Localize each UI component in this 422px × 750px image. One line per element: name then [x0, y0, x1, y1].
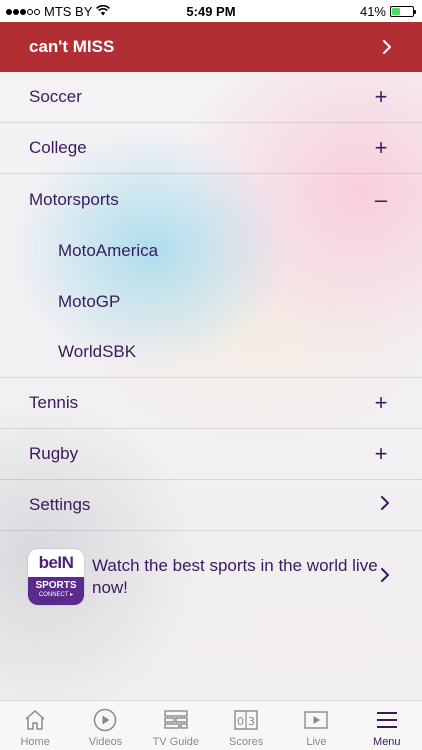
play-circle-icon	[93, 707, 117, 733]
tab-menu[interactable]: Menu	[352, 701, 422, 750]
submenu-item-motoamerica[interactable]: MotoAmerica	[0, 225, 422, 276]
logo-wordmark: beIN	[38, 553, 74, 572]
menu-item-motorsports[interactable]: Motorsports –	[0, 174, 422, 225]
tab-bar: Home Videos TV Guide 03 Scores Live Menu	[0, 700, 422, 750]
logo-sports-text: SPORTS	[35, 580, 77, 591]
tab-label: Videos	[88, 736, 123, 748]
tab-tv-guide[interactable]: TV Guide	[141, 701, 211, 750]
scores-icon: 03	[234, 707, 258, 733]
tab-label: Menu	[373, 736, 401, 748]
menu-item-label: College	[29, 138, 87, 157]
tab-label: Home	[20, 736, 50, 748]
minus-icon[interactable]: –	[372, 188, 390, 211]
bein-connect-promo[interactable]: beIN SPORTS CONNECT ▸ Watch the best spo…	[0, 531, 422, 623]
menu-item-soccer[interactable]: Soccer +	[0, 72, 422, 123]
tab-scores[interactable]: 03 Scores	[211, 701, 281, 750]
battery-info: 41%	[359, 4, 416, 19]
menu-item-settings[interactable]: Settings	[0, 480, 422, 531]
menu-icon	[375, 707, 399, 733]
clock: 5:49 PM	[186, 4, 236, 19]
menu-item-rugby[interactable]: Rugby +	[0, 429, 422, 480]
menu-item-label: Soccer	[29, 87, 82, 106]
menu-item-college[interactable]: College +	[0, 123, 422, 174]
tab-videos[interactable]: Videos	[70, 701, 140, 750]
menu-item-label: Tennis	[29, 393, 79, 412]
tv-guide-icon	[164, 707, 188, 733]
battery-percent: 41%	[359, 4, 386, 19]
chevron-right-icon	[380, 567, 390, 588]
submenu-item-label: MotoGP	[58, 291, 121, 311]
submenu-item-label: WorldSBK	[58, 342, 137, 361]
home-icon	[23, 707, 47, 733]
battery-icon	[390, 6, 416, 17]
submenu-item-worldsbk[interactable]: WorldSBK	[0, 327, 422, 378]
submenu-item-motogp[interactable]: MotoGP	[0, 276, 422, 327]
plus-icon[interactable]: +	[372, 137, 390, 159]
status-bar: MTS BY 5:49 PM 41%	[0, 0, 422, 22]
svg-text:0: 0	[237, 715, 244, 728]
plus-icon[interactable]: +	[372, 392, 390, 414]
live-icon	[304, 707, 329, 733]
cant-miss-header[interactable]: can't MISS	[0, 22, 422, 72]
logo-connect-text: CONNECT ▸	[38, 592, 74, 598]
plus-icon[interactable]: +	[372, 443, 390, 465]
bein-sports-connect-logo: beIN SPORTS CONNECT ▸	[28, 549, 84, 605]
menu-item-label: Settings	[29, 495, 91, 514]
menu-item-label: Motorsports	[29, 189, 119, 209]
tab-label: Scores	[229, 736, 264, 748]
tab-home[interactable]: Home	[0, 701, 70, 750]
tab-label: TV Guide	[152, 736, 200, 748]
sports-menu: Soccer + College + Motorsports – MotoAme…	[0, 72, 422, 623]
submenu-item-label: MotoAmerica	[58, 240, 159, 260]
plus-icon[interactable]: +	[372, 86, 390, 108]
tab-live[interactable]: Live	[281, 701, 351, 750]
chevron-right-icon	[380, 495, 390, 516]
menu-item-tennis[interactable]: Tennis +	[0, 378, 422, 429]
header-title: can't MISS	[29, 37, 115, 56]
menu-item-label: Rugby	[29, 444, 79, 463]
chevron-right-icon	[382, 39, 392, 55]
svg-text:3: 3	[248, 715, 255, 728]
tab-label: Live	[306, 736, 327, 748]
promo-text: Watch the best sports in the world live …	[92, 556, 378, 597]
